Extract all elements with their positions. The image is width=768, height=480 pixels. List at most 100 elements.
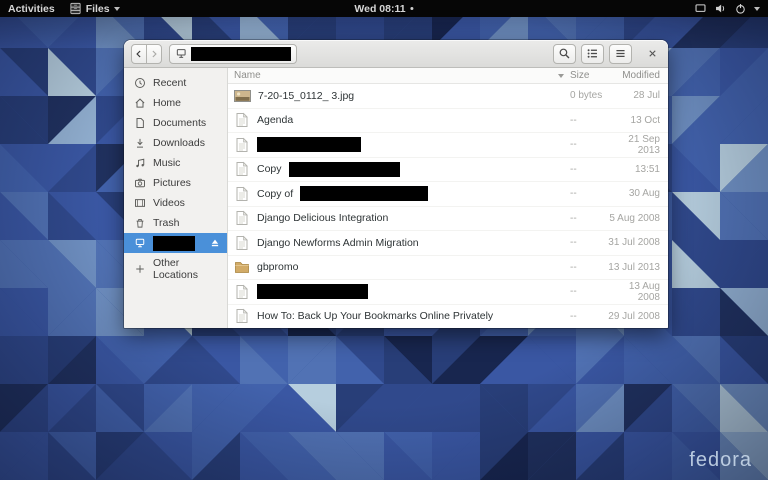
home-icon: [135, 98, 145, 108]
trash-icon: [136, 219, 144, 228]
sidebar-item-home[interactable]: Home: [124, 93, 227, 113]
redacted-file-name: [288, 161, 400, 177]
file-row[interactable]: Agenda -- 13 Oct: [228, 109, 668, 133]
file-modified: 5 Aug 2008: [609, 212, 660, 224]
column-header-modified[interactable]: Modified: [606, 70, 668, 81]
top-bar: Activities Files Wed 08:11: [0, 0, 768, 17]
sidebar-label: Music: [153, 157, 181, 169]
file-row[interactable]: Copy of -- 30 Aug: [228, 182, 668, 207]
location-path-button[interactable]: [169, 43, 297, 64]
file-name-cell: [228, 137, 570, 153]
file-size: --: [570, 286, 577, 298]
document-icon: [236, 211, 248, 226]
document-icon: [236, 162, 248, 177]
document-icon: [236, 113, 248, 128]
chevron-down-icon: [113, 6, 120, 11]
file-modified: 30 Aug: [628, 188, 660, 200]
music-icon: [136, 158, 145, 168]
sidebar-item-videos[interactable]: Videos: [124, 193, 227, 213]
clock-icon: [135, 78, 145, 88]
file-row[interactable]: Django Delicious Integration -- 5 Aug 20…: [228, 207, 668, 231]
back-button[interactable]: [131, 43, 147, 64]
plus-icon: [136, 265, 144, 273]
sidebar-item-mounted-drive[interactable]: [124, 233, 227, 253]
places-sidebar: Recent Home Documents Downloads Music Pi…: [124, 68, 228, 328]
file-list: Name Size Modified 7-20-15_0112_ 3.jpg 0…: [228, 68, 668, 328]
search-icon: [559, 48, 570, 59]
file-size: --: [570, 237, 577, 249]
file-name-cell: gbpromo: [228, 259, 570, 275]
file-name: Copy: [257, 163, 282, 176]
sort-descending-icon: [558, 73, 564, 78]
search-button[interactable]: [553, 43, 576, 64]
eject-icon[interactable]: [209, 237, 221, 249]
sidebar-item-pictures[interactable]: Pictures: [124, 173, 227, 193]
system-status-menu[interactable]: [694, 2, 760, 15]
file-row[interactable]: gbpromo -- 13 Jul 2013: [228, 256, 668, 280]
file-modified: 29 Jul 2008: [608, 310, 660, 322]
view-toggle-button[interactable]: [581, 43, 604, 64]
file-row[interactable]: -- 21 Sep 2013: [228, 133, 668, 158]
file-size: --: [570, 114, 577, 126]
redacted-file-name: [300, 186, 429, 202]
file-size: --: [570, 212, 577, 224]
forward-button[interactable]: [146, 43, 162, 64]
file-name: How To: Back Up Your Bookmarks Online Pr…: [257, 310, 494, 323]
file-name-cell: [228, 284, 570, 300]
clock-label: Wed 08:11: [354, 2, 406, 15]
header-bar: [124, 40, 668, 68]
sidebar-label: Trash: [153, 217, 180, 229]
sidebar-item-trash[interactable]: Trash: [124, 213, 227, 233]
sidebar-item-recent[interactable]: Recent: [124, 73, 227, 93]
document-icon: [136, 118, 144, 128]
file-size: 0 bytes: [570, 90, 603, 102]
nav-buttons: [131, 43, 162, 64]
window-content: Recent Home Documents Downloads Music Pi…: [124, 68, 668, 328]
file-name-cell: Django Newforms Admin Migration: [228, 235, 570, 251]
activities-button[interactable]: Activities: [8, 0, 55, 17]
forward-icon: [152, 50, 157, 57]
file-modified: 13:51: [634, 163, 660, 175]
menu-button[interactable]: [609, 43, 632, 64]
redacted-file-name: [257, 284, 368, 300]
list-view-icon: [587, 49, 597, 58]
files-app-icon: [70, 2, 81, 15]
fedora-logo: fedora: [689, 449, 752, 471]
file-name: Agenda: [257, 114, 294, 127]
file-row[interactable]: 7-20-15_0112_ 3.jpg 0 bytes 28 Jul: [228, 84, 668, 109]
document-icon: [236, 309, 248, 324]
clock-button[interactable]: Wed 08:11: [354, 2, 414, 15]
header-actions: [553, 43, 661, 64]
file-size: --: [570, 163, 577, 175]
sidebar-label: Recent: [153, 77, 187, 89]
sidebar-item-music[interactable]: Music: [124, 153, 227, 173]
document-icon: [236, 284, 248, 299]
image-thumbnail: [234, 89, 251, 102]
sidebar-item-other-locations[interactable]: Other Locations: [124, 257, 227, 281]
sidebar-label: Downloads: [153, 137, 205, 149]
document-icon: [236, 186, 248, 201]
file-modified: 28 Jul: [633, 90, 660, 102]
file-name-cell: Django Delicious Integration: [228, 210, 570, 226]
file-size: --: [570, 188, 577, 200]
file-row[interactable]: Copy -- 13:51: [228, 158, 668, 182]
file-name: Copy of: [257, 187, 294, 200]
column-header-size[interactable]: Size: [570, 70, 606, 81]
sidebar-item-documents[interactable]: Documents: [124, 113, 227, 133]
sidebar-item-downloads[interactable]: Downloads: [124, 133, 227, 153]
activities-label: Activities: [8, 2, 55, 15]
file-row[interactable]: Django Newforms Admin Migration -- 31 Ju…: [228, 231, 668, 256]
power-icon: [736, 4, 745, 14]
close-button[interactable]: [643, 45, 661, 63]
file-row[interactable]: How To: Back Up Your Bookmarks Online Pr…: [228, 305, 668, 329]
file-name-cell: Agenda: [228, 112, 570, 128]
file-size: --: [570, 310, 577, 322]
column-header-name[interactable]: Name: [228, 70, 570, 81]
file-modified: 13 Aug 2008: [628, 280, 660, 303]
file-name-cell: 7-20-15_0112_ 3.jpg: [228, 88, 570, 104]
chevron-down-icon: [754, 6, 760, 11]
file-name-cell: Copy: [228, 161, 570, 177]
file-name-cell: Copy of: [228, 186, 570, 202]
file-row[interactable]: -- 13 Aug 2008: [228, 280, 668, 305]
app-menu-files[interactable]: Files: [69, 0, 120, 17]
